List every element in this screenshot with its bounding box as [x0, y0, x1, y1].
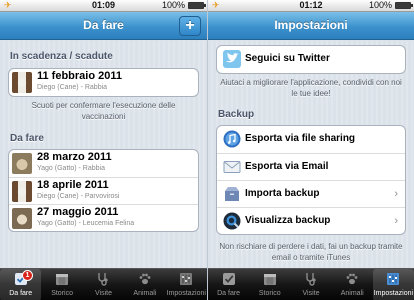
tab-visite[interactable]: Visite	[83, 269, 124, 300]
paw-icon	[139, 273, 151, 285]
left-screen: ✈ 01:09 100% Da fare + In scadenza / sca…	[0, 0, 207, 300]
settings-list[interactable]: Seguici su Twitter Aiutaci a migliorare …	[208, 41, 414, 268]
tab-label: Visite	[94, 290, 112, 297]
tab-label: Visite	[302, 290, 320, 297]
tab-storico[interactable]: Storico	[41, 269, 82, 300]
item-date: 11 febbraio 2011	[37, 70, 122, 82]
item-date: 28 marzo 2011	[37, 151, 112, 163]
add-button[interactable]: +	[179, 16, 201, 36]
tab-bar: 1 Da fare Storico Visite Animali Imposta…	[0, 268, 207, 300]
feedback-note: Aiutaci a migliorare l'applicazione, con…	[220, 78, 402, 98]
chevron-right-icon: ›	[394, 188, 398, 200]
navigation-bar: Da fare +	[0, 12, 207, 40]
battery-percent: 100%	[161, 0, 185, 10]
page-title: Impostazioni	[274, 18, 348, 32]
tab-label: Da fare	[9, 290, 33, 297]
row-label: Importa backup	[245, 188, 320, 199]
list-item[interactable]: 27 maggio 2011 Yago (Gatto) - Leucemia F…	[9, 204, 198, 231]
tab-label: Da fare	[217, 290, 241, 297]
item-date: 27 maggio 2011	[37, 206, 119, 218]
export-email-row[interactable]: Esporta via Email	[217, 153, 405, 180]
stethoscope-icon	[306, 273, 316, 286]
item-detail: Diego (Cane) - Parvovirosi	[37, 193, 120, 200]
export-file-sharing-row[interactable]: Esporta via file sharing	[217, 126, 405, 153]
list-item[interactable]: 18 aprile 2011 Diego (Cane) - Parvoviros…	[9, 177, 198, 204]
tab-label: Animali	[340, 290, 364, 297]
section-header-overdue: In scadenza / scadute	[10, 51, 113, 62]
todo-list[interactable]: In scadenza / scadute 11 febbraio 2011 D…	[0, 41, 207, 268]
pet-avatar	[12, 153, 32, 174]
calendar-icon	[56, 274, 69, 285]
quicktime-icon	[223, 212, 241, 230]
tab-label: Impostazioni	[373, 290, 414, 297]
tab-da-fare[interactable]: 1 Da fare	[0, 269, 42, 300]
battery-icon	[188, 2, 206, 9]
item-detail: Diego (Cane) - Rabbia	[37, 84, 108, 91]
chevron-right-icon: ›	[394, 215, 398, 227]
pet-avatar	[12, 181, 32, 202]
tab-visite[interactable]: Visite	[290, 269, 331, 300]
backup-note: Non rischiare di perdere i dati, fai un …	[219, 242, 403, 262]
sliders-icon	[387, 273, 400, 285]
archive-box-icon	[225, 187, 239, 201]
battery-percent: 100%	[368, 0, 392, 10]
tab-impostazioni[interactable]: Impostazioni	[166, 269, 207, 300]
todo-group: 28 marzo 2011 Yago (Gatto) - Rabbia 18 a…	[8, 149, 199, 232]
shake-hint: Scuoti per confermare l'esecuzione delle…	[31, 101, 176, 121]
right-screen: ✈ 01:12 100% Impostazioni Seguici su Twi…	[207, 0, 414, 300]
item-detail: Yago (Gatto) - Rabbia	[37, 165, 105, 172]
sliders-icon	[180, 273, 193, 285]
backup-group: Esporta via file sharing Esporta via Ema…	[216, 125, 406, 235]
status-bar: ✈ 01:09 100%	[0, 0, 207, 12]
tab-label: Animali	[133, 290, 157, 297]
tab-label: Storico	[258, 290, 281, 297]
battery-icon	[395, 2, 413, 9]
twitter-group: Seguici su Twitter	[216, 45, 406, 74]
page-title: Da fare	[83, 18, 124, 32]
item-detail: Yago (Gatto) - Leucemia Felina	[37, 220, 135, 227]
navigation-bar: Impostazioni	[208, 12, 414, 40]
import-backup-row[interactable]: Importa backup ›	[217, 180, 405, 207]
row-label: Esporta via file sharing	[245, 133, 356, 144]
mail-icon	[223, 161, 241, 173]
tab-animali[interactable]: Animali	[124, 269, 165, 300]
row-label: Visualizza backup	[245, 215, 331, 226]
section-header-backup: Backup	[218, 109, 255, 120]
view-backup-row[interactable]: Visualizza backup ›	[217, 207, 405, 234]
tab-da-fare[interactable]: Da fare	[208, 269, 249, 300]
list-item[interactable]: 11 febbraio 2011 Diego (Cane) - Rabbia	[9, 69, 198, 96]
tab-storico[interactable]: Storico	[249, 269, 290, 300]
item-date: 18 aprile 2011	[37, 179, 109, 191]
twitter-bird-icon	[223, 50, 241, 68]
tab-bar: Da fare Storico Visite Animali Impostazi…	[208, 268, 414, 300]
add-icon: +	[185, 17, 195, 34]
overdue-group: 11 febbraio 2011 Diego (Cane) - Rabbia	[8, 68, 199, 97]
pet-avatar	[12, 208, 32, 229]
tab-impostazioni[interactable]: Impostazioni	[372, 269, 414, 300]
pet-avatar	[12, 72, 32, 93]
tab-animali[interactable]: Animali	[332, 269, 373, 300]
tab-label: Impostazioni	[166, 290, 206, 297]
status-bar: ✈ 01:12 100%	[208, 0, 414, 12]
tab-label: Storico	[51, 290, 73, 297]
row-label: Esporta via Email	[245, 161, 329, 172]
itunes-icon	[223, 130, 241, 148]
twitter-row[interactable]: Seguici su Twitter	[217, 46, 405, 73]
twitter-label: Seguici su Twitter	[245, 53, 330, 64]
paw-icon	[346, 273, 358, 285]
notification-badge: 1	[22, 270, 33, 281]
calendar-icon	[263, 274, 276, 285]
list-item[interactable]: 28 marzo 2011 Yago (Gatto) - Rabbia	[9, 150, 198, 177]
stethoscope-icon	[98, 273, 109, 286]
checklist-icon	[222, 273, 235, 285]
section-header-todo: Da fare	[10, 133, 44, 144]
